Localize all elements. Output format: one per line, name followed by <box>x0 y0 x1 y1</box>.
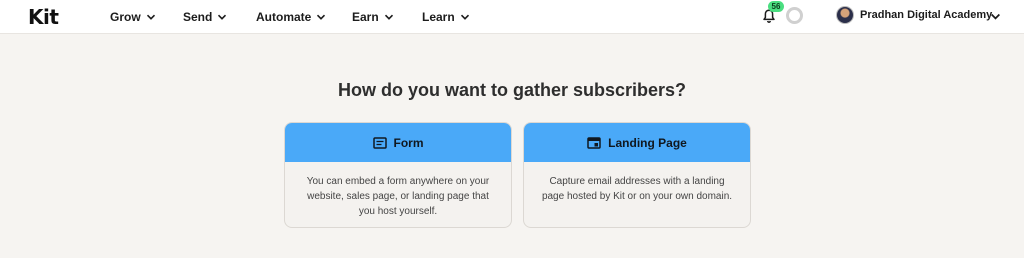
status-indicator[interactable] <box>786 7 803 24</box>
landing-page-icon <box>587 136 601 149</box>
nav-send[interactable]: Send <box>183 0 227 34</box>
form-option-header[interactable]: Form <box>285 123 511 162</box>
notification-count-badge: 56 <box>768 1 784 12</box>
nav-learn-label: Learn <box>422 10 455 24</box>
landing-page-option-description: Capture email addresses with a landing p… <box>541 176 733 202</box>
form-option-description: You can embed a form anywhere on your we… <box>306 176 490 217</box>
form-option-card[interactable]: Form You can embed a form anywhere on yo… <box>284 122 512 228</box>
chevron-down-icon <box>384 14 393 20</box>
landing-page-option-card[interactable]: Landing Page Capture email addresses wit… <box>523 122 751 228</box>
landing-page-option-header[interactable]: Landing Page <box>524 123 750 162</box>
nav-grow[interactable]: Grow <box>110 0 156 34</box>
avatar[interactable] <box>836 6 854 24</box>
nav-grow-label: Grow <box>110 10 141 24</box>
chevron-down-icon <box>146 14 155 20</box>
nav-automate[interactable]: Automate <box>256 0 326 34</box>
form-icon <box>372 136 387 149</box>
kit-logo[interactable]: Kit <box>28 5 59 29</box>
nav-automate-label: Automate <box>256 10 312 24</box>
form-option-title: Form <box>393 135 424 150</box>
nav-send-label: Send <box>183 10 213 24</box>
chevron-down-icon <box>317 14 326 20</box>
chevron-down-icon[interactable] <box>990 11 1001 22</box>
top-navigation-bar: Kit Grow Send Automate Earn Learn 56 Pra… <box>0 0 1024 34</box>
landing-page-option-title: Landing Page <box>608 135 687 150</box>
nav-earn[interactable]: Earn <box>352 0 394 34</box>
chevron-down-icon <box>460 14 469 20</box>
nav-learn[interactable]: Learn <box>422 0 470 34</box>
account-name[interactable]: Pradhan Digital Academy <box>860 9 992 21</box>
chevron-down-icon <box>218 14 227 20</box>
nav-earn-label: Earn <box>352 10 379 24</box>
page-title: How do you want to gather subscribers? <box>337 80 687 100</box>
